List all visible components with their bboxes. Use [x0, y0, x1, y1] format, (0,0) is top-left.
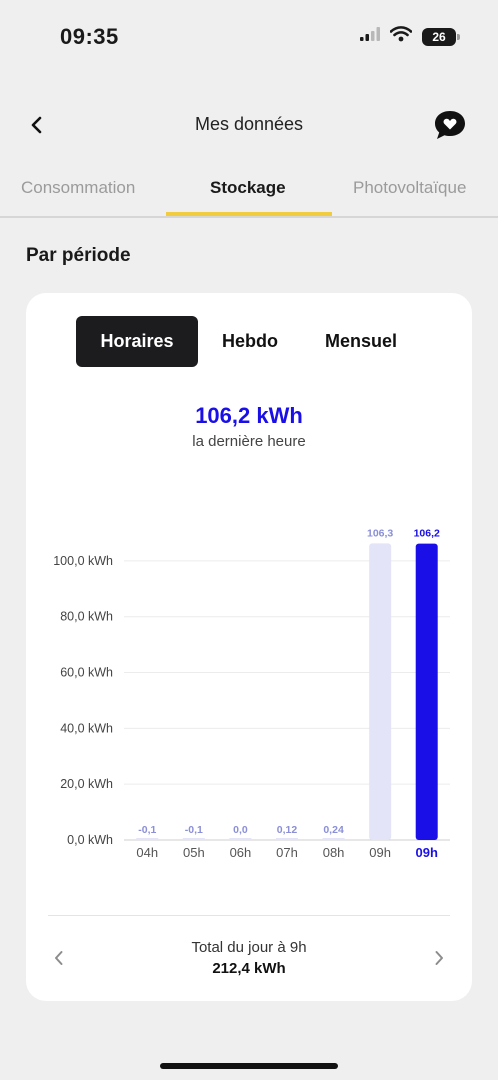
footer-divider [48, 915, 450, 916]
chart-bar [229, 838, 252, 840]
footer-value: 212,4 kWh [212, 960, 286, 977]
x-tick-label: 06h [230, 845, 252, 860]
home-indicator [160, 1063, 338, 1069]
y-tick-label: 80,0 kWh [60, 610, 113, 624]
chat-heart-icon[interactable] [432, 108, 468, 142]
x-tick-label: 07h [276, 845, 298, 860]
y-tick-label: 60,0 kWh [60, 666, 113, 680]
section-title: Par période [26, 245, 131, 266]
chart-bar [276, 838, 298, 840]
x-tick-label: 09h [416, 845, 438, 860]
chart-card: Horaires Hebdo Mensuel 106,2 kWh la dern… [26, 293, 472, 1001]
bar-value-label: 0,24 [323, 824, 344, 836]
summary-value: 106,2 kWh [195, 403, 303, 428]
chart-bar [322, 838, 345, 840]
top-nav: Mes données [0, 100, 498, 148]
bar-value-label: 106,2 [414, 528, 440, 540]
y-tick-label: 100,0 kWh [53, 554, 113, 568]
x-tick-label: 05h [183, 845, 205, 860]
wifi-icon [389, 26, 413, 47]
footer-label: Total du jour à 9h [191, 939, 307, 956]
chart-bar [369, 543, 392, 840]
bar-value-label: -0,1 [185, 824, 203, 836]
x-tick-label: 08h [323, 845, 345, 860]
period-tab-hebdo[interactable]: Hebdo [204, 316, 296, 367]
period-tab-mensuel[interactable]: Mensuel [306, 316, 416, 367]
battery-icon: 26 [422, 27, 460, 46]
tab-consommation[interactable]: Consommation [21, 178, 135, 198]
status-bar: 09:35 26 [0, 0, 498, 70]
y-tick-label: 20,0 kWh [60, 777, 113, 791]
page-title: Mes données [194, 114, 304, 134]
active-tab-indicator [166, 212, 332, 216]
tab-photovoltaique[interactable]: Photovoltaïque [353, 178, 466, 198]
bar-value-label: 106,3 [367, 527, 393, 539]
y-tick-label: 40,0 kWh [60, 721, 113, 735]
status-icons: 26 [360, 26, 460, 47]
x-tick-label: 04h [136, 845, 158, 860]
tab-stockage[interactable]: Stockage [210, 178, 286, 198]
summary-label: la dernière heure [192, 433, 306, 450]
bar-chart: 0,0 kWh 20,0 kWh 40,0 kWh 60,0 kWh 80,0 kWh 1… [53, 527, 450, 860]
chart-bar [415, 543, 438, 840]
status-time: 09:35 [60, 24, 119, 49]
chevron-right-icon[interactable] [428, 947, 450, 969]
bar-value-label: 0,0 [233, 824, 248, 836]
chart-bar [136, 838, 159, 840]
y-tick-label: 0,0 kWh [67, 833, 113, 847]
bar-value-label: -0,1 [138, 824, 156, 836]
chart-bar [182, 838, 205, 840]
x-tick-label: 09h [369, 845, 391, 860]
category-tabs: Consommation Stockage Photovoltaïque [0, 168, 498, 218]
period-tab-horaires[interactable]: Horaires [76, 316, 198, 367]
bar-value-label: 0,12 [277, 824, 298, 836]
signal-icon [360, 27, 380, 46]
